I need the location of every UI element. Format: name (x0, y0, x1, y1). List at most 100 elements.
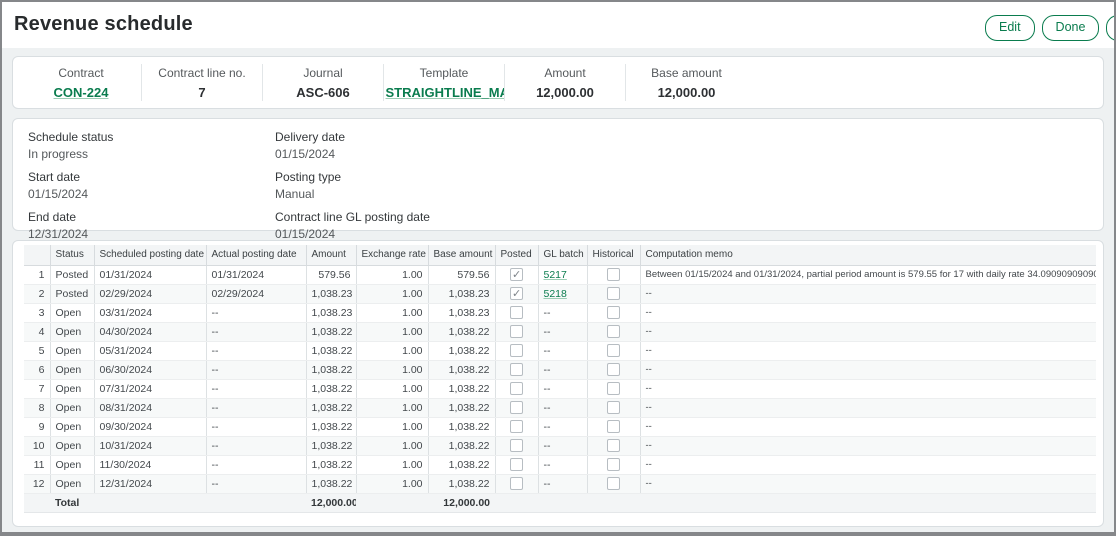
posted-checkbox[interactable] (510, 306, 523, 319)
cell-gl-batch: -- (538, 322, 587, 341)
posted-checkbox[interactable] (510, 363, 523, 376)
cell-memo: -- (640, 398, 1096, 417)
journal-label: Journal (303, 66, 342, 80)
historical-checkbox[interactable] (607, 420, 620, 433)
template-link[interactable]: STRAIGHTLINE_MANUAL (384, 85, 505, 100)
cell-gl-batch: -- (538, 303, 587, 322)
historical-checkbox[interactable] (607, 382, 620, 395)
cell-gl-batch: -- (538, 417, 587, 436)
posted-checkbox[interactable] (510, 344, 523, 357)
posted-checkbox[interactable] (510, 477, 523, 490)
done-button[interactable]: Done (1042, 15, 1100, 41)
historical-checkbox[interactable] (607, 363, 620, 376)
summary-field-contract-line-no: Contract line no. 7 (142, 64, 263, 101)
posted-checkbox[interactable] (510, 401, 523, 414)
contract-line-no-value: 7 (198, 85, 205, 100)
gl-batch-link[interactable]: 5218 (544, 288, 567, 300)
cell-actual: -- (206, 436, 306, 455)
summary-field-base-amount: Base amount 12,000.00 (626, 64, 747, 101)
historical-checkbox[interactable] (607, 401, 620, 414)
table-row: 9Open09/30/2024--1,038.221.001,038.22---… (24, 417, 1096, 436)
cell-gl-batch: -- (538, 379, 587, 398)
cell-exchange-rate: 1.00 (356, 303, 428, 322)
row-number: 6 (24, 360, 50, 379)
cell-gl-batch: -- (538, 360, 587, 379)
col-header-scheduled-posting-date: Scheduled posting date (94, 245, 206, 265)
posted-checkbox[interactable] (510, 287, 523, 300)
cell-gl-batch: -- (538, 455, 587, 474)
cell-amount: 1,038.22 (306, 455, 356, 474)
cell-memo: Between 01/15/2024 and 01/31/2024, parti… (640, 265, 1096, 284)
details-right-column: Delivery date 01/15/2024 Posting type Ma… (275, 130, 430, 219)
cell-exchange-rate: 1.00 (356, 455, 428, 474)
historical-checkbox[interactable] (607, 268, 620, 281)
cell-scheduled: 01/31/2024 (94, 265, 206, 284)
cell-memo: -- (640, 341, 1096, 360)
cell-amount: 1,038.23 (306, 284, 356, 303)
cell-exchange-rate: 1.00 (356, 265, 428, 284)
historical-checkbox[interactable] (607, 306, 620, 319)
table-row: 8Open08/31/2024--1,038.221.001,038.22---… (24, 398, 1096, 417)
table-row: 10Open10/31/2024--1,038.221.001,038.22--… (24, 436, 1096, 455)
col-header-exchange-rate: Exchange rate (356, 245, 428, 265)
historical-checkbox[interactable] (607, 439, 620, 452)
historical-checkbox[interactable] (607, 344, 620, 357)
contract-link[interactable]: CON-224 (54, 85, 109, 100)
cell-status: Posted (50, 284, 94, 303)
cell-base-amount: 1,038.22 (428, 417, 495, 436)
cell-amount: 1,038.22 (306, 436, 356, 455)
row-number: 3 (24, 303, 50, 322)
row-number: 5 (24, 341, 50, 360)
start-date-label: Start date (28, 170, 275, 184)
end-date-label: End date (28, 210, 275, 224)
cell-gl-batch: -- (538, 398, 587, 417)
cell-scheduled: 05/31/2024 (94, 341, 206, 360)
row-number: 11 (24, 455, 50, 474)
posted-checkbox[interactable] (510, 420, 523, 433)
cell-gl-batch: -- (538, 474, 587, 493)
cell-base-amount: 1,038.22 (428, 360, 495, 379)
cell-amount: 1,038.23 (306, 303, 356, 322)
table-header-row: Status Scheduled posting date Actual pos… (24, 245, 1096, 265)
cell-status: Open (50, 436, 94, 455)
cell-exchange-rate: 1.00 (356, 360, 428, 379)
cell-actual: -- (206, 303, 306, 322)
posted-checkbox[interactable] (510, 268, 523, 281)
base-amount-value: 12,000.00 (658, 85, 716, 100)
cell-base-amount: 1,038.22 (428, 436, 495, 455)
gl-batch-link[interactable]: 5217 (544, 269, 567, 281)
posted-checkbox[interactable] (510, 382, 523, 395)
delivery-date-value: 01/15/2024 (275, 147, 430, 161)
col-header-historical: Historical (587, 245, 640, 265)
posted-checkbox[interactable] (510, 325, 523, 338)
help-button[interactable]: Help (1106, 15, 1116, 41)
cell-scheduled: 04/30/2024 (94, 322, 206, 341)
col-header-amount: Amount (306, 245, 356, 265)
historical-checkbox[interactable] (607, 325, 620, 338)
cell-base-amount: 1,038.22 (428, 455, 495, 474)
contract-label: Contract (58, 66, 103, 80)
end-date-value: 12/31/2024 (28, 227, 275, 241)
posting-type-value: Manual (275, 187, 430, 201)
summary-card: Contract CON-224 Contract line no. 7 Jou… (12, 56, 1104, 109)
field-end-date: End date 12/31/2024 (28, 210, 275, 241)
posted-checkbox[interactable] (510, 439, 523, 452)
posted-checkbox[interactable] (510, 458, 523, 471)
historical-checkbox[interactable] (607, 458, 620, 471)
cell-status: Open (50, 379, 94, 398)
table-row: 2Posted02/29/202402/29/20241,038.231.001… (24, 284, 1096, 303)
historical-checkbox[interactable] (607, 287, 620, 300)
cell-amount: 1,038.22 (306, 474, 356, 493)
cell-memo: -- (640, 455, 1096, 474)
row-number: 2 (24, 284, 50, 303)
historical-checkbox[interactable] (607, 477, 620, 490)
cell-amount: 1,038.22 (306, 379, 356, 398)
cell-actual: -- (206, 455, 306, 474)
cell-status: Open (50, 398, 94, 417)
cell-actual: 01/31/2024 (206, 265, 306, 284)
cell-scheduled: 07/31/2024 (94, 379, 206, 398)
cell-scheduled: 02/29/2024 (94, 284, 206, 303)
cell-exchange-rate: 1.00 (356, 322, 428, 341)
cell-base-amount: 1,038.22 (428, 379, 495, 398)
edit-button[interactable]: Edit (985, 15, 1035, 41)
